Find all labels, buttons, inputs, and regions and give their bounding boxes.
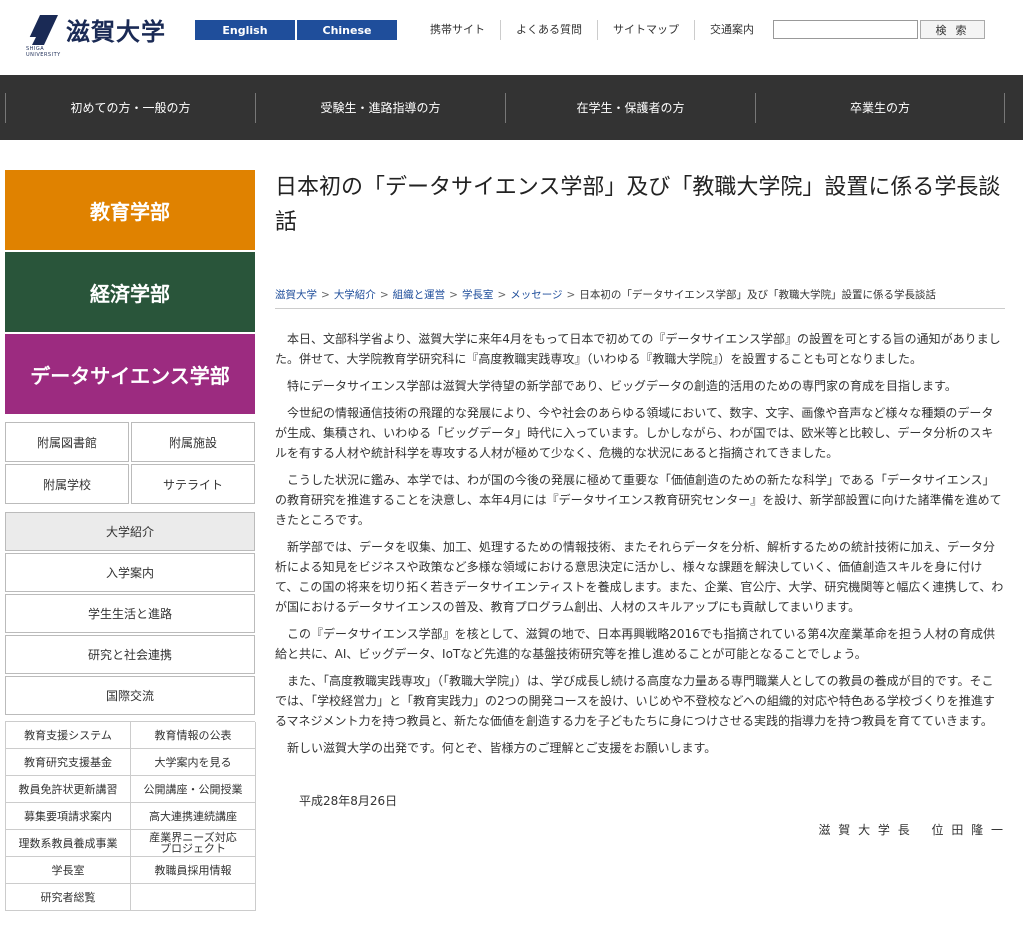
side-link-empty	[131, 884, 256, 911]
paragraph: こうした状況に鑑み、本学では、わが国の今後の発展に極めて重要な「価値創造のための…	[275, 473, 1002, 527]
side-link[interactable]: 産業界ニーズ対応プロジェクト	[131, 830, 256, 857]
util-link-faq[interactable]: よくある質問	[500, 20, 597, 40]
article-body: 本日、文部科学省より、滋賀大学に来年4月をもって日本で初めての『データサイエンス…	[275, 329, 1005, 758]
side-link[interactable]: 大学案内を見る	[131, 749, 256, 776]
logo-mark-icon: SHIGA UNIVERSITY	[26, 14, 60, 58]
side-link[interactable]: 教員免許状更新講習	[6, 776, 131, 803]
banner-education[interactable]: 教育学部	[5, 170, 255, 250]
side-link[interactable]: 公開講座・公開授業	[131, 776, 256, 803]
gnav-item-general[interactable]: 初めての方・一般の方	[5, 92, 255, 123]
paragraph: また、「高度教職実践専攻」（「教職大学院」）は、学び成長し続ける高度な力量ある専…	[275, 674, 995, 728]
facility-links: 附属図書館 附属施設 附属学校 サテライト	[5, 422, 255, 504]
facility-library[interactable]: 附属図書館	[5, 422, 129, 462]
util-link-access[interactable]: 交通案内	[694, 20, 769, 40]
breadcrumb: 滋賀大学 > 大学紹介 > 組織と運営 > 学長室 > メッセージ > 日本初の「データサイエンス学…	[275, 287, 1005, 309]
util-link-mobile[interactable]: 携帯サイト	[415, 20, 500, 40]
facility-institutes[interactable]: 附属施設	[131, 422, 255, 462]
main-content: 日本初の「データサイエンス学部」及び「教職大学院」設置に係る学長談話 滋賀大学 >…	[275, 170, 1005, 838]
gnav-item-alumni[interactable]: 卒業生の方	[755, 92, 1005, 123]
side-link[interactable]: 教育支援システム	[6, 722, 131, 749]
banner-economics[interactable]: 経済学部	[5, 252, 255, 332]
side-link[interactable]: 教育情報の公表	[131, 722, 256, 749]
side-menu-international[interactable]: 国際交流	[5, 676, 255, 715]
breadcrumb-item[interactable]: 組織と運営	[393, 289, 446, 301]
lang-chinese-button[interactable]: Chinese	[297, 20, 397, 40]
side-link[interactable]: 募集要項請求案内	[6, 803, 131, 830]
side-link[interactable]: 教職員採用情報	[131, 857, 256, 884]
lang-english-button[interactable]: English	[195, 20, 295, 40]
logo-text: 滋賀大学	[66, 17, 166, 46]
signature: 滋 賀 大 学 長 位 田 隆 一	[818, 823, 1005, 837]
page-title: 日本初の「データサイエンス学部」及び「教職大学院」設置に係る学長談話	[275, 175, 1001, 235]
side-menu-campus-life[interactable]: 学生生活と進路	[5, 594, 255, 633]
logo-subtitle: SHIGA UNIVERSITY	[26, 45, 61, 58]
breadcrumb-item[interactable]: 大学紹介	[334, 289, 376, 301]
util-link-sitemap[interactable]: サイトマップ	[597, 20, 694, 40]
sidebar: 教育学部 経済学部 データサイエンス学部 附属図書館 附属施設 附属学校 サテラ…	[5, 170, 256, 911]
utility-nav: 携帯サイト よくある質問 サイトマップ 交通案内	[415, 20, 769, 40]
side-menu-admissions[interactable]: 入学案内	[5, 553, 255, 592]
paragraph: 本日、文部科学省より、滋賀大学に来年4月をもって日本で初めての『データサイエンス…	[275, 332, 1001, 366]
side-menu-research[interactable]: 研究と社会連携	[5, 635, 255, 674]
facility-satellite[interactable]: サテライト	[131, 464, 255, 504]
side-link[interactable]: 学長室	[6, 857, 131, 884]
side-link[interactable]: 高大連携連続講座	[131, 803, 256, 830]
gnav-item-applicants[interactable]: 受験生・進路指導の方	[255, 92, 505, 123]
side-link[interactable]: 研究者総覧	[6, 884, 131, 911]
search-button[interactable]: 検 索	[920, 20, 985, 39]
paragraph: 特にデータサイエンス学部は滋賀大学待望の新学部であり、ビッグデータの創造的活用の…	[287, 379, 957, 393]
breadcrumb-item[interactable]: メッセージ	[510, 289, 562, 301]
facility-schools[interactable]: 附属学校	[5, 464, 129, 504]
paragraph: 今世紀の情報通信技術の飛躍的な発展により、今や社会のあらゆる領域において、数字、…	[275, 406, 994, 460]
breadcrumb-current: 日本初の「データサイエンス学部」及び「教職大学院」設置に係る学長談話	[579, 289, 937, 301]
side-menu-about[interactable]: 大学紹介	[5, 512, 255, 551]
side-links: 教育支援システム 教育情報の公表 教育研究支援基金 大学案内を見る 教員免許状更…	[5, 721, 256, 911]
paragraph: 新学部では、データを収集、加工、処理するための情報技術、またそれらデータを分析、…	[275, 540, 1004, 614]
side-menu: 大学紹介 入学案内 学生生活と進路 研究と社会連携 国際交流	[5, 512, 255, 715]
gnav-item-students[interactable]: 在学生・保護者の方	[505, 92, 755, 123]
side-link[interactable]: 教育研究支援基金	[6, 749, 131, 776]
breadcrumb-item[interactable]: 学長室	[462, 289, 494, 301]
site-logo[interactable]: SHIGA UNIVERSITY 滋賀大学	[26, 12, 166, 58]
paragraph: 新しい滋賀大学の出発です。何とぞ、皆様方のご理解とご支援をお願いします。	[287, 741, 717, 755]
paragraph: この『データサイエンス学部』を核として、滋賀の地で、日本再興戦略2016でも指摘…	[275, 627, 996, 661]
site-header: SHIGA UNIVERSITY 滋賀大学 English Chinese 携帯…	[0, 0, 1023, 75]
side-link[interactable]: 理数系教員養成事業	[6, 830, 131, 857]
global-nav: 初めての方・一般の方 受験生・進路指導の方 在学生・保護者の方 卒業生の方	[0, 75, 1023, 140]
breadcrumb-item[interactable]: 滋賀大学	[275, 289, 317, 301]
search-input[interactable]	[773, 20, 918, 39]
banner-data-science[interactable]: データサイエンス学部	[5, 334, 255, 414]
publish-date: 平成28年8月26日	[299, 794, 398, 808]
